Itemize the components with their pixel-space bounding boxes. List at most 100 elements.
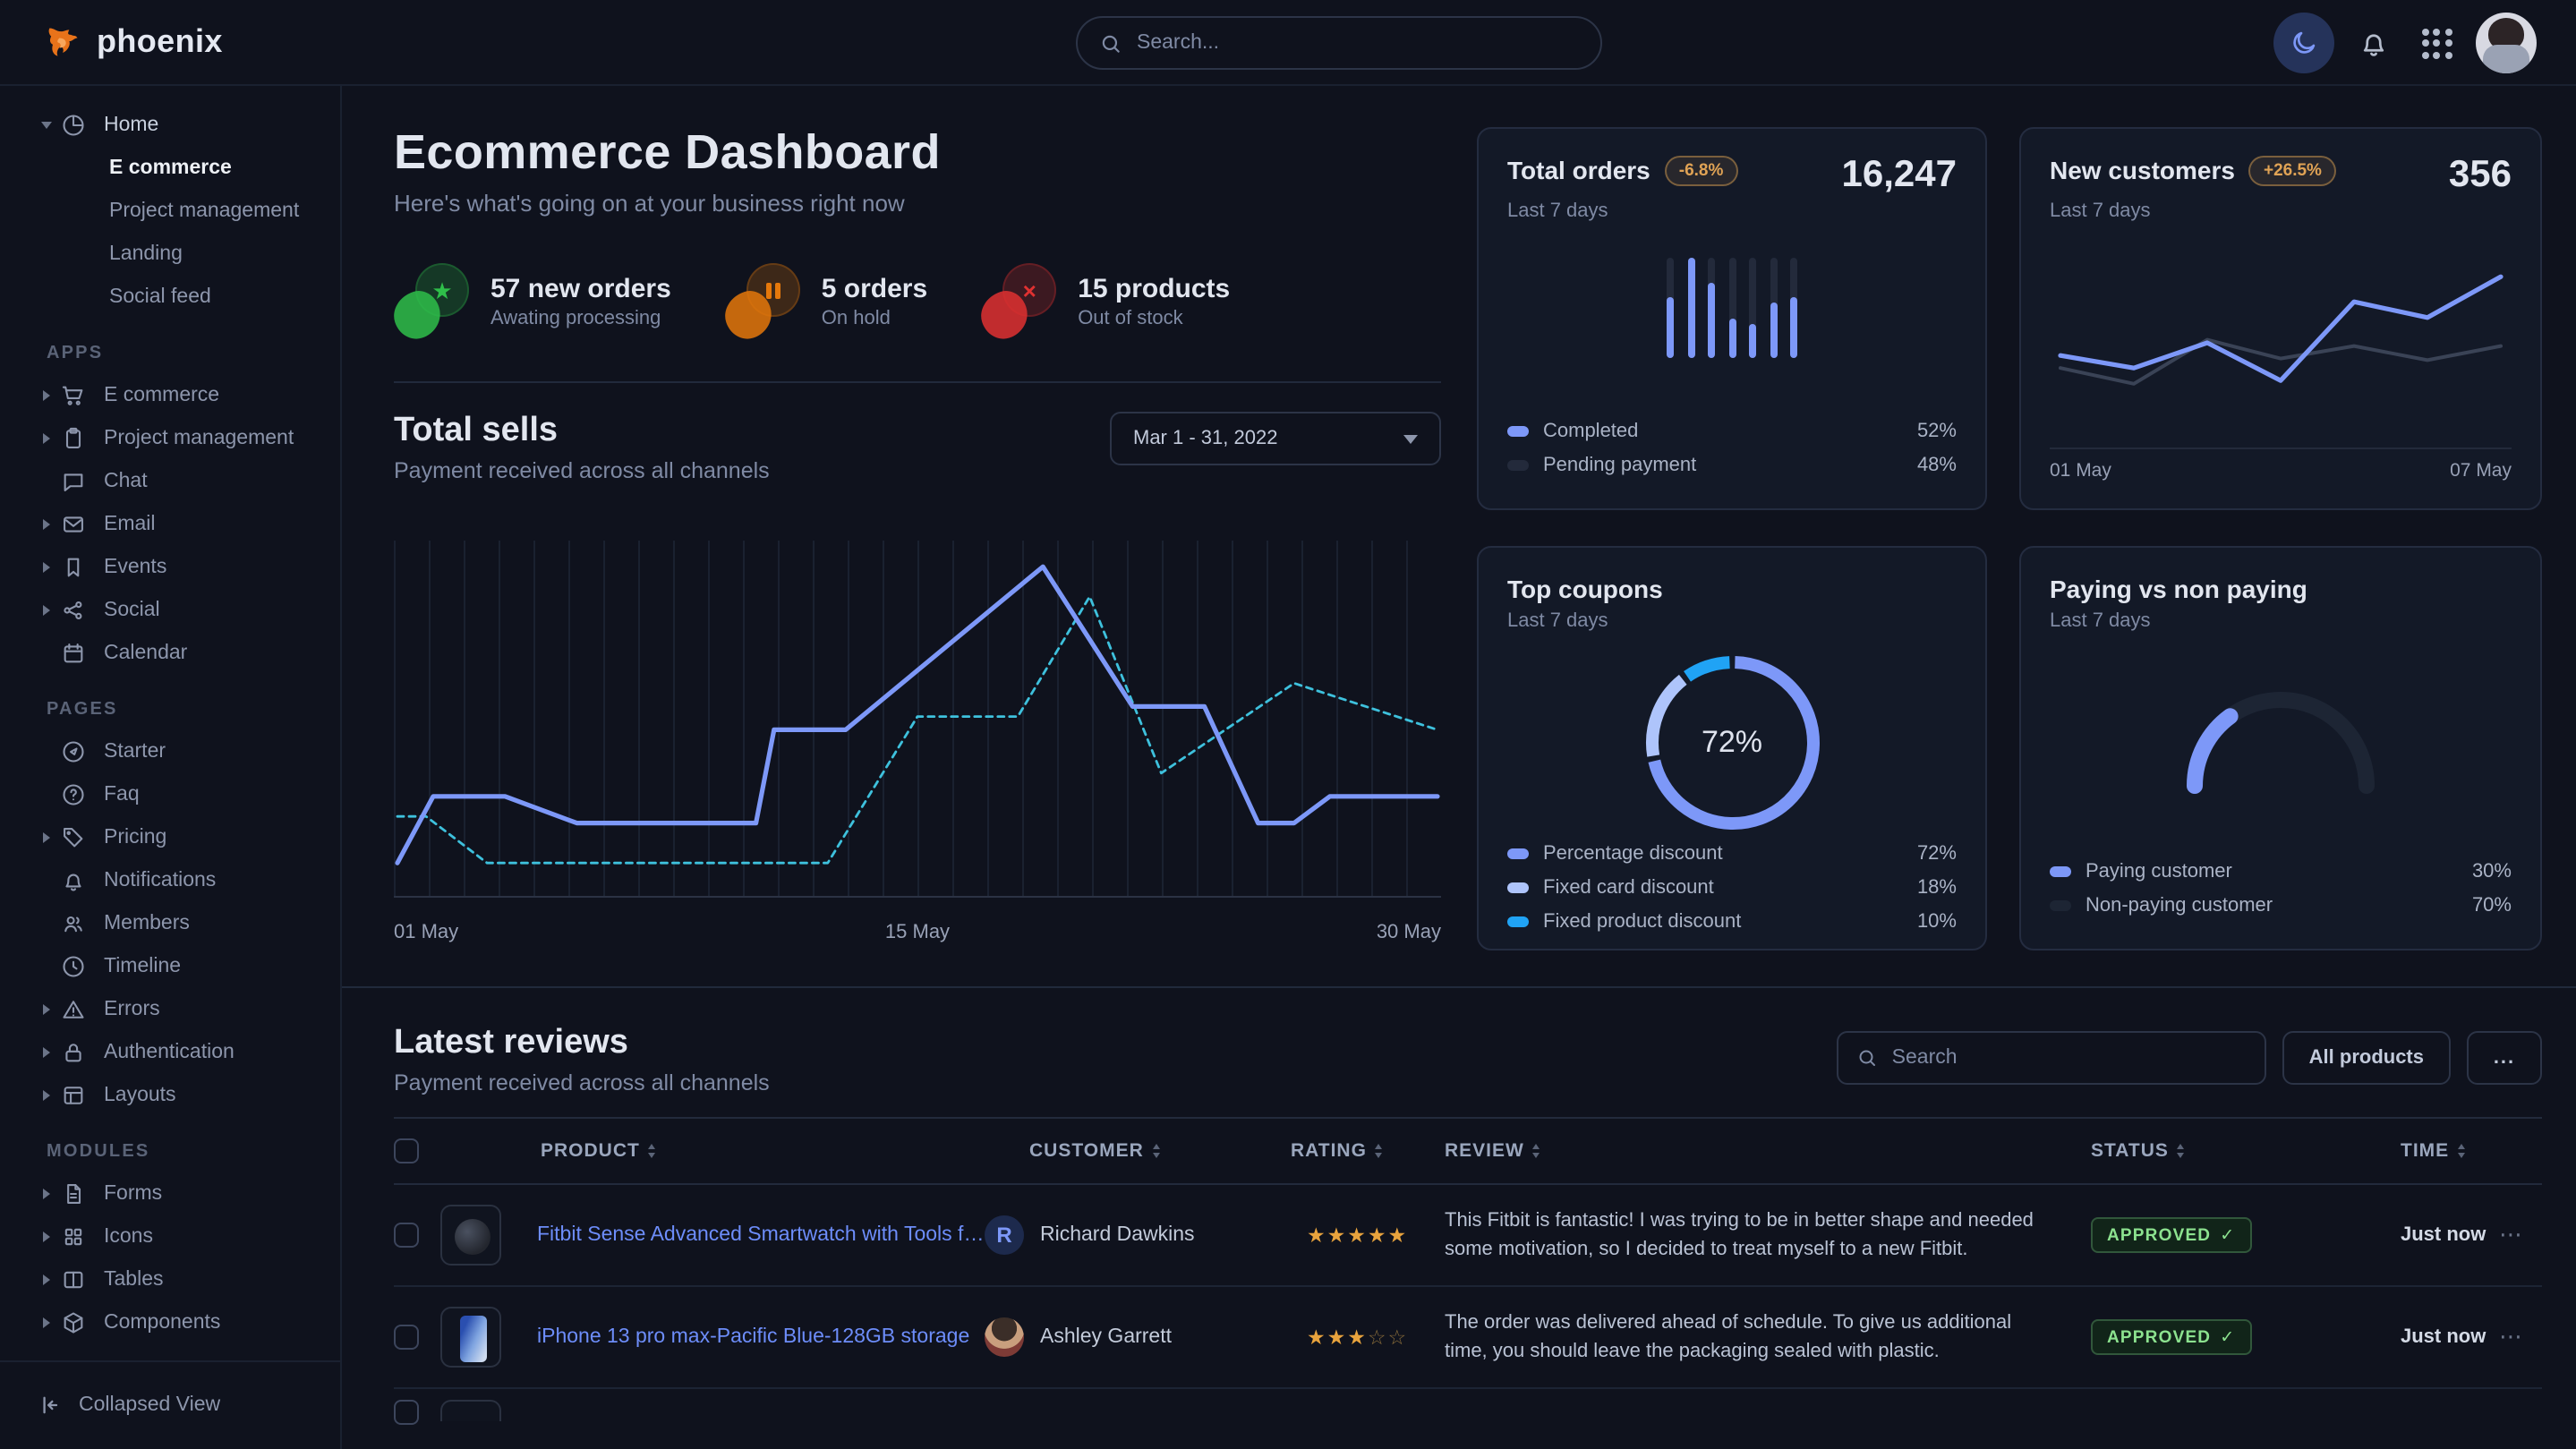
product-thumbnail[interactable] xyxy=(440,1307,501,1368)
notifications-button[interactable] xyxy=(2350,20,2397,66)
sidebar-item-faq[interactable]: Faq xyxy=(0,773,340,816)
user-avatar[interactable] xyxy=(2476,13,2537,73)
legend-label: Completed xyxy=(1543,420,1638,441)
rating-stars: ★★★★★ xyxy=(1291,1223,1445,1248)
sidebar-item-chat[interactable]: Chat xyxy=(0,460,340,503)
customer-avatar: R xyxy=(985,1215,1024,1255)
x-tick: 30 May xyxy=(1377,922,1441,943)
column-header-time[interactable]: TIME xyxy=(2363,1140,2499,1162)
column-header-status[interactable]: STATUS xyxy=(2091,1140,2363,1162)
sidebar-section: Home E commerceProject managementLandingS… xyxy=(0,104,340,319)
apps-grid-button[interactable] xyxy=(2413,20,2460,66)
sidebar-item-forms[interactable]: Forms xyxy=(0,1172,340,1215)
all-products-filter-button[interactable]: All products xyxy=(2282,1031,2451,1085)
sidebar-subitem-landing[interactable]: Landing xyxy=(0,233,340,276)
moon-icon xyxy=(2290,29,2318,57)
row-checkbox[interactable] xyxy=(394,1325,419,1350)
sidebar-item-label: Forms xyxy=(104,1183,162,1205)
total-sells-chart xyxy=(394,530,1441,909)
sidebar-item-calendar[interactable]: Calendar xyxy=(0,632,340,675)
column-header-review[interactable]: REVIEW xyxy=(1445,1140,2091,1162)
column-header-rating[interactable]: RATING xyxy=(1291,1140,1445,1162)
sidebar-item-icons[interactable]: Icons xyxy=(0,1215,340,1258)
stat-caption: Awating processing xyxy=(490,307,671,328)
reviews-search-input[interactable] xyxy=(1892,1047,2247,1069)
card-value: 16,247 xyxy=(1842,156,1957,193)
row-checkbox[interactable] xyxy=(394,1223,419,1248)
page-title: Ecommerce Dashboard xyxy=(394,125,1441,181)
product-link[interactable]: iPhone 13 pro max-Pacific Blue-128GB sto… xyxy=(537,1326,969,1348)
reviews-search[interactable] xyxy=(1837,1031,2266,1085)
product-thumbnail[interactable] xyxy=(440,1205,501,1266)
reviews-table: PRODUCT CUSTOMER RATING REVIEW STATUS TI… xyxy=(394,1117,2542,1418)
total-sells-x-axis: 01 May 15 May 30 May xyxy=(394,922,1441,943)
reviews-more-button[interactable]: ... xyxy=(2467,1031,2542,1085)
review-row: iPhone 13 pro max-Pacific Blue-128GB sto… xyxy=(394,1287,2542,1389)
orders-legend: Completed52% Pending payment48% xyxy=(1507,413,1957,482)
calendar-icon xyxy=(59,639,88,668)
product-link[interactable]: Fitbit Sense Advanced Smartwatch with To… xyxy=(537,1224,985,1246)
x-tick: 07 May xyxy=(2450,460,2512,482)
sidebar-item-label: Chat xyxy=(104,471,148,492)
sidebar-item-label: Layouts xyxy=(104,1085,176,1106)
global-search[interactable] xyxy=(1076,16,1602,70)
question-icon xyxy=(59,780,88,809)
review-text: The order was delivered ahead of schedul… xyxy=(1445,1308,2091,1367)
caret-icon xyxy=(41,1047,59,1058)
sidebar-item-members[interactable]: Members xyxy=(0,902,340,945)
sidebar-item-email[interactable]: Email xyxy=(0,503,340,546)
sidebar-subitem-social-feed[interactable]: Social feed xyxy=(0,276,340,319)
main-content: Ecommerce Dashboard Here's what's going … xyxy=(342,86,2576,1449)
select-all-checkbox[interactable] xyxy=(394,1138,419,1163)
sidebar-item-label: Timeline xyxy=(104,956,181,977)
sidebar-item-label: Events xyxy=(104,557,166,578)
collapse-view-toggle[interactable]: Collapsed View xyxy=(0,1360,340,1449)
total-orders-card: Total orders -6.8% 16,247 Last 7 days Co… xyxy=(1477,127,1987,510)
sidebar-section: APPSE commerceProject managementChatEmai… xyxy=(0,344,340,675)
users-icon xyxy=(59,909,88,938)
sidebar-item-label: Home xyxy=(104,115,158,136)
sidebar-item-authentication[interactable]: Authentication xyxy=(0,1031,340,1074)
sidebar-item-starter[interactable]: Starter xyxy=(0,730,340,773)
paying-vs-nonpaying-card: Paying vs non paying Last 7 days Paying … xyxy=(2019,546,2542,950)
product-thumbnail[interactable] xyxy=(440,1400,501,1421)
sidebar-item-timeline[interactable]: Timeline xyxy=(0,945,340,988)
caret-icon xyxy=(41,832,59,843)
sidebar-item-components[interactable]: Components xyxy=(0,1301,340,1344)
check-icon: ✓ xyxy=(2220,1226,2235,1246)
sidebar-section: PAGESStarterFaqPricingNotificationsMembe… xyxy=(0,700,340,1117)
page-subtitle: Here's what's going on at your business … xyxy=(394,190,1441,217)
sidebar-item-notifications[interactable]: Notifications xyxy=(0,859,340,902)
column-header-customer[interactable]: CUSTOMER xyxy=(985,1140,1291,1162)
search-icon xyxy=(1856,1047,1878,1069)
sidebar-item-social[interactable]: Social xyxy=(0,589,340,632)
lock-icon xyxy=(59,1038,88,1067)
sidebar-item-events[interactable]: Events xyxy=(0,546,340,589)
sidebar-item-project-management[interactable]: Project management xyxy=(0,417,340,460)
date-range-select[interactable]: Mar 1 - 31, 2022 xyxy=(1110,412,1441,465)
sort-icon xyxy=(649,1140,656,1162)
collapse-icon xyxy=(38,1393,63,1418)
sidebar-item-home[interactable]: Home xyxy=(0,104,340,147)
sidebar-subitem-project-management[interactable]: Project management xyxy=(0,190,340,233)
sidebar-item-pricing[interactable]: Pricing xyxy=(0,816,340,859)
sidebar-item-tables[interactable]: Tables xyxy=(0,1258,340,1301)
sort-icon xyxy=(2178,1140,2185,1162)
x-tick: 01 May xyxy=(394,922,458,943)
sidebar-item-label: Pricing xyxy=(104,827,166,848)
sidebar-item-errors[interactable]: Errors xyxy=(0,988,340,1031)
sidebar-item-label: Components xyxy=(104,1312,220,1334)
brand-logo[interactable]: phoenix xyxy=(43,22,223,62)
row-checkbox[interactable] xyxy=(394,1400,419,1425)
caret-icon xyxy=(41,1189,59,1199)
sidebar-item-e-commerce[interactable]: E commerce xyxy=(0,374,340,417)
sidebar-item-layouts[interactable]: Layouts xyxy=(0,1074,340,1117)
sidebar-subitem-e-commerce[interactable]: E commerce xyxy=(0,147,340,190)
global-search-input[interactable] xyxy=(1137,32,1579,54)
column-header-product[interactable]: PRODUCT xyxy=(440,1140,985,1162)
legend-label: Fixed card discount xyxy=(1543,876,1714,898)
layout-icon xyxy=(59,1081,88,1110)
legend-value: 30% xyxy=(2472,860,2512,882)
chat-icon xyxy=(59,467,88,496)
theme-toggle-button[interactable] xyxy=(2273,13,2334,73)
